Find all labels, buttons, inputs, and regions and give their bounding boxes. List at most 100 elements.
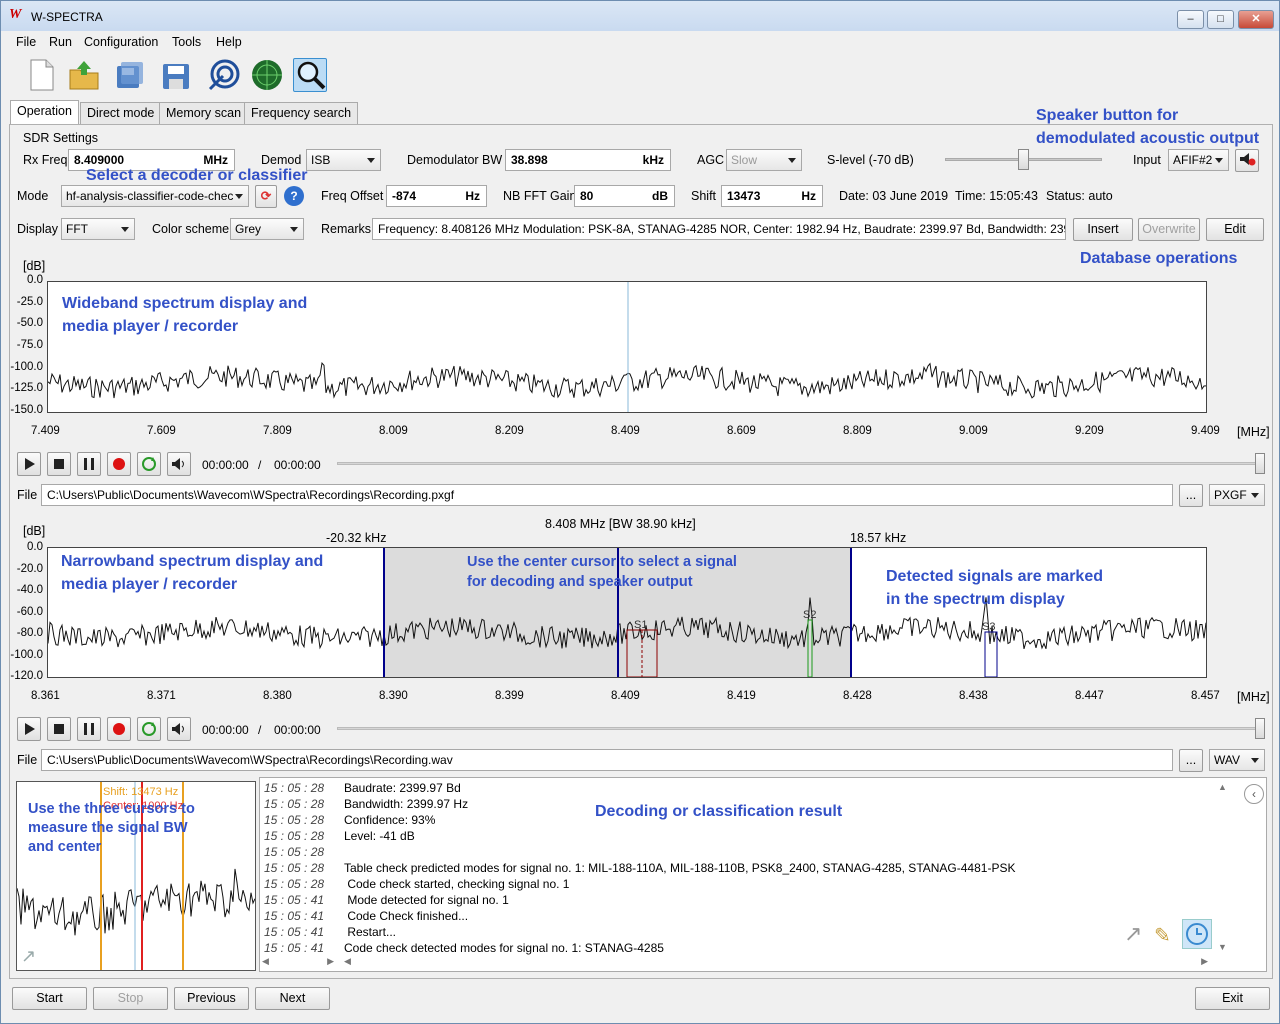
stop-button-2[interactable] [47, 717, 71, 741]
log-message: Mode detected for signal no. 1 [344, 893, 509, 907]
log-message: Restart... [344, 925, 397, 939]
player2-progress-thumb[interactable] [1255, 718, 1265, 739]
loop-button-2[interactable] [137, 717, 161, 741]
insert-button[interactable]: Insert [1073, 218, 1133, 241]
save-all-icon[interactable] [113, 58, 147, 92]
demod-bw-input[interactable]: 38.898 kHz [505, 149, 671, 171]
start-button[interactable]: Start [12, 987, 87, 1010]
menu-file[interactable]: File [16, 35, 36, 49]
annotation-database: Database operations [1080, 250, 1238, 267]
volume-button-1[interactable] [167, 452, 191, 476]
player2-current-time: 00:00:00 [202, 723, 249, 737]
menu-help[interactable]: Help [216, 35, 242, 49]
wideband-x-tick: 8.409 [611, 425, 640, 437]
collapse-icon[interactable]: ‹ [1244, 784, 1264, 804]
help-icon[interactable]: ? [284, 186, 304, 206]
narrowband-x-tick: 8.457 [1191, 690, 1220, 702]
player1-file-path[interactable]: C:\Users\Public\Documents\Wavecom\WSpect… [41, 484, 1173, 506]
cursor-measurement-display[interactable]: Shift: 13473 Hz Center: 1000 Hz Use the … [16, 781, 256, 971]
narrowband-x-tick: 8.371 [147, 690, 176, 702]
wideband-y-unit: [dB] [23, 259, 46, 273]
stop-button[interactable]: Stop [93, 987, 168, 1010]
decoding-result-panel[interactable]: 15 : 05 : 28 Baudrate: 2399.97 Bd 15 : 05 … [259, 777, 1267, 972]
exit-button[interactable]: Exit [1195, 987, 1270, 1010]
menu-tools[interactable]: Tools [172, 35, 201, 49]
clock-icon[interactable] [1182, 919, 1212, 949]
detach-icon[interactable]: ↗ [21, 946, 36, 967]
freq-offset-input[interactable]: -874 Hz [386, 185, 487, 207]
menu-run[interactable]: Run [49, 35, 72, 49]
player1-progress-thumb[interactable] [1255, 453, 1265, 474]
pause-button-2[interactable] [77, 717, 101, 741]
close-button[interactable]: ✕ [1238, 10, 1274, 29]
search-icon[interactable] [293, 58, 327, 92]
narrowband-right-cursor-label: 18.57 kHz [850, 531, 907, 545]
tab-frequency-search[interactable]: Frequency search [244, 102, 359, 124]
loop-button-1[interactable] [137, 452, 161, 476]
next-button[interactable]: Next [255, 987, 330, 1010]
maximize-button[interactable]: □ [1207, 10, 1234, 29]
log-row: 15 : 05 : 41 Mode detected for signal no… [264, 892, 509, 908]
narrowband-y-tick: -40.0 [16, 584, 43, 596]
tab-direct-mode[interactable]: Direct mode [80, 102, 162, 124]
minimize-button[interactable]: – [1177, 10, 1204, 29]
save-icon[interactable] [159, 58, 193, 92]
signal-marker-s2[interactable] [807, 619, 813, 677]
color-scheme-select[interactable]: Grey [230, 218, 304, 240]
new-file-icon[interactable] [25, 58, 59, 92]
speaker-button[interactable] [1235, 149, 1259, 172]
narrowband-x-tick: 8.428 [843, 690, 872, 702]
demod-bw-label: Demodulator BW [407, 153, 503, 167]
narrowband-left-cursor-label: -20.32 kHz [326, 531, 387, 545]
remarks-input[interactable]: Frequency: 8.408126 MHz Modulation: PSK-… [372, 218, 1066, 240]
log-timestamp: 15 : 05 : 41 [264, 941, 325, 955]
tab-memory-scan[interactable]: Memory scan [159, 102, 249, 124]
log-message: Table check predicted modes for signal n… [344, 861, 1016, 875]
stop-button-1[interactable] [47, 452, 71, 476]
record-button-2[interactable] [107, 717, 131, 741]
log-vscrollbar[interactable]: ▲ ▼ [1218, 782, 1232, 952]
refresh-button[interactable]: ⟳ [255, 185, 277, 208]
player1-browse-button[interactable]: ... [1179, 484, 1203, 507]
clear-icon[interactable]: ✎ [1154, 923, 1171, 948]
record-button-1[interactable] [107, 452, 131, 476]
menu-configuration[interactable]: Configuration [84, 35, 158, 49]
wideband-x-tick: 9.409 [1191, 425, 1220, 437]
log-hscrollbar[interactable]: ◀ ▶ [342, 956, 1212, 970]
pause-button-1[interactable] [77, 452, 101, 476]
player1-progress-track[interactable] [337, 462, 1261, 465]
play-button-1[interactable] [17, 452, 41, 476]
previous-button[interactable]: Previous [174, 987, 249, 1010]
narrowband-x-tick: 8.409 [611, 690, 640, 702]
player1-file-label: File [17, 488, 38, 502]
log-message: Code check started, checking signal no. … [344, 877, 570, 891]
export-icon[interactable]: ↗ [1124, 921, 1142, 947]
tab-operation[interactable]: Operation [10, 100, 79, 125]
log-timestamp: 15 : 05 : 28 [264, 861, 325, 875]
player2-progress-track[interactable] [337, 727, 1261, 730]
mode-select[interactable]: hf-analysis-classifier-code-chec [61, 185, 249, 207]
edit-button[interactable]: Edit [1206, 218, 1264, 241]
player2-format-select[interactable]: WAV [1209, 749, 1265, 771]
play-button-2[interactable] [17, 717, 41, 741]
nb-fft-gain-input[interactable]: 80 dB [574, 185, 675, 207]
annotation-decoder: Select a decoder or classifier [86, 167, 308, 184]
narrowband-y-tick: -20.0 [16, 562, 43, 575]
open-folder-icon[interactable] [67, 58, 101, 92]
overwrite-button[interactable]: Overwrite [1138, 218, 1200, 241]
input-select[interactable]: AFIF#2 [1168, 149, 1229, 171]
radar-icon[interactable] [250, 58, 284, 92]
display-select[interactable]: FFT [61, 218, 135, 240]
scan-target-icon[interactable] [207, 58, 241, 92]
log-row: 15 : 05 : 28 Confidence: 93% [264, 812, 435, 828]
s-level-slider-thumb[interactable] [1018, 149, 1029, 170]
volume-button-2[interactable] [167, 717, 191, 741]
shift-input[interactable]: 13473 Hz [721, 185, 823, 207]
agc-select[interactable]: Slow [726, 149, 802, 171]
player2-file-path[interactable]: C:\Users\Public\Documents\Wavecom\WSpect… [41, 749, 1173, 771]
wideband-y-tick: -150.0 [10, 404, 43, 416]
demod-select[interactable]: ISB [306, 149, 381, 171]
player1-format-select[interactable]: PXGF [1209, 484, 1265, 506]
player2-browse-button[interactable]: ... [1179, 749, 1203, 772]
timestamp-hscrollbar[interactable]: ◀ ▶ [260, 956, 338, 970]
